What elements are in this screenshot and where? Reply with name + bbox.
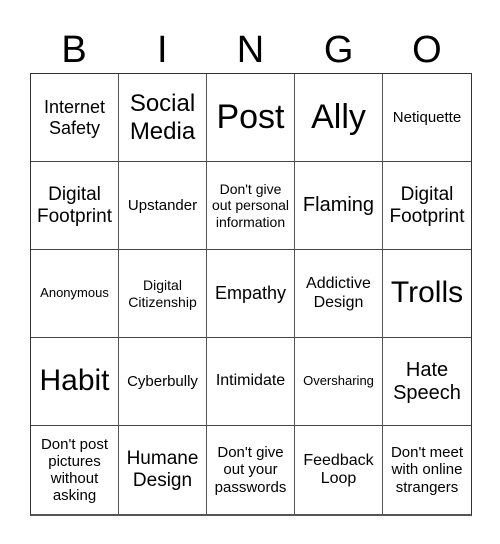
bingo-cell[interactable]: Habit xyxy=(31,338,119,426)
bingo-cell[interactable]: Anonymous xyxy=(31,250,119,338)
bingo-cell[interactable]: Cyberbully xyxy=(119,338,207,426)
bingo-cell[interactable]: Netiquette xyxy=(383,74,471,162)
bingo-cell[interactable]: Digital Footprint xyxy=(383,162,471,250)
bingo-header: B I N G O xyxy=(30,27,471,73)
bingo-cell[interactable]: Humane Design xyxy=(119,426,207,514)
bingo-cell[interactable]: Flaming xyxy=(295,162,383,250)
bingo-cell[interactable]: Don't give out personal information xyxy=(207,162,295,250)
bingo-cell[interactable]: Empathy xyxy=(207,250,295,338)
bingo-cell[interactable]: Digital Footprint xyxy=(31,162,119,250)
bingo-cell[interactable]: Social Media xyxy=(119,74,207,162)
header-letter-n: N xyxy=(236,29,265,71)
bingo-cell[interactable]: Feedback Loop xyxy=(295,426,383,514)
bingo-cell[interactable]: Digital Citizenship xyxy=(119,250,207,338)
header-letter-i: I xyxy=(157,29,168,71)
bingo-cell[interactable]: Post xyxy=(207,74,295,162)
header-letter-o: O xyxy=(412,29,442,71)
bingo-cell[interactable]: Oversharing xyxy=(295,338,383,426)
bingo-cell[interactable]: Addictive Design xyxy=(295,250,383,338)
bingo-cell[interactable]: Trolls xyxy=(383,250,471,338)
bingo-cell[interactable]: Don't give out your passwords xyxy=(207,426,295,514)
bingo-cell[interactable]: Internet Safety xyxy=(31,74,119,162)
bingo-cell[interactable]: Intimidate xyxy=(207,338,295,426)
bingo-cell[interactable]: Don't post pictures without asking xyxy=(31,426,119,514)
header-letter-g: G xyxy=(323,29,354,71)
bingo-cell[interactable]: Ally xyxy=(295,74,383,162)
bingo-cell[interactable]: Don't meet with online strangers xyxy=(383,426,471,514)
bingo-cell[interactable]: Hate Speech xyxy=(383,338,471,426)
header-letter-b: B xyxy=(61,29,87,71)
bingo-cell[interactable]: Upstander xyxy=(119,162,207,250)
bingo-grid: Internet Safety Social Media Post Ally N… xyxy=(30,73,472,516)
